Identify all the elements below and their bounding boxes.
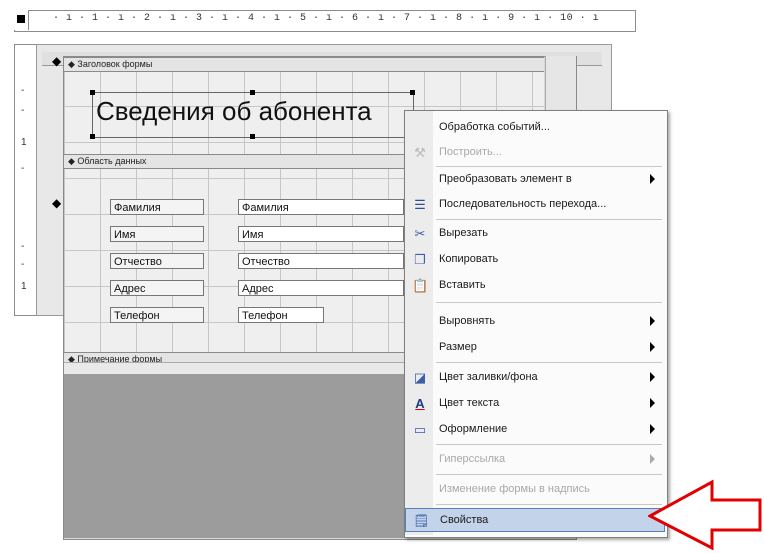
menu-item-fill-color[interactable]: ◪ Цвет заливки/фона xyxy=(405,366,665,390)
field-label-phone[interactable]: Телефон xyxy=(110,307,204,323)
section-label-header: ◆ Заголовок формы xyxy=(68,59,153,69)
resize-handle[interactable] xyxy=(250,90,255,95)
menu-item-event-builder[interactable]: Обработка событий... xyxy=(405,116,665,140)
field-label-surname[interactable]: Фамилия xyxy=(110,199,204,215)
resize-handle[interactable] xyxy=(250,134,255,139)
menu-item-tab-order[interactable]: ☰ Последовательность перехода... xyxy=(405,193,665,217)
menu-item-properties[interactable]: 🗒 Свойства xyxy=(405,508,665,532)
font-color-icon: A xyxy=(415,396,425,411)
ruler-mark: 1 xyxy=(21,137,27,148)
menu-item-hyperlink[interactable]: Гиперссылка xyxy=(405,448,665,472)
submenu-arrow-icon xyxy=(650,372,655,382)
vertical-ruler: 1 1 -- -- - xyxy=(14,44,38,316)
fill-color-icon: ◪ xyxy=(413,370,427,385)
menu-item-special-effect[interactable]: ▭ Оформление xyxy=(405,418,665,442)
section-marker-icon: ◆ xyxy=(52,196,62,210)
field-box-patronymic[interactable]: Отчество xyxy=(238,253,404,269)
menu-item-build[interactable]: ⚒ Построить... xyxy=(405,141,665,165)
field-label-patronymic[interactable]: Отчество xyxy=(110,253,204,269)
copy-icon: ❐ xyxy=(414,252,426,267)
menu-item-copy[interactable]: ❐ Копировать xyxy=(405,248,665,272)
menu-item-change-to[interactable]: Преобразовать элемент в xyxy=(405,168,665,192)
submenu-arrow-icon xyxy=(650,174,655,184)
special-effect-icon: ▭ xyxy=(413,422,427,437)
form-selector-icon[interactable] xyxy=(17,15,25,23)
submenu-arrow-icon xyxy=(650,342,655,352)
red-arrow-icon xyxy=(648,479,762,550)
scissors-icon: ✂ xyxy=(414,226,426,241)
properties-icon: 🗒 xyxy=(413,513,430,528)
submenu-arrow-icon xyxy=(650,424,655,434)
menu-item-paste[interactable]: 📋 Вставить xyxy=(405,274,665,298)
resize-handle[interactable] xyxy=(90,134,95,139)
ruler-mark: 1 xyxy=(21,281,27,292)
menu-item-cut[interactable]: ✂ Вырезать xyxy=(405,222,665,246)
horizontal-ruler: · ı · 1 · ı · 2 · ı · 3 · ı · 4 · ı · 5 … xyxy=(14,10,636,32)
field-label-name[interactable]: Имя xyxy=(110,226,204,242)
menu-item-size[interactable]: Размер xyxy=(405,336,665,360)
resize-handle[interactable] xyxy=(410,90,415,95)
field-box-phone[interactable]: Телефон xyxy=(238,307,324,323)
menu-item-form-to-label[interactable]: Изменение формы в надпись xyxy=(405,478,665,502)
submenu-arrow-icon xyxy=(650,316,655,326)
field-box-name[interactable]: Имя xyxy=(238,226,404,242)
submenu-arrow-icon xyxy=(650,398,655,408)
tab-order-icon: ☰ xyxy=(414,197,426,212)
build-icon: ⚒ xyxy=(414,145,426,160)
section-label-detail: ◆ Область данных xyxy=(68,156,147,166)
field-box-address[interactable]: Адрес xyxy=(238,280,404,296)
paste-icon: 📋 xyxy=(412,278,429,293)
field-box-surname[interactable]: Фамилия xyxy=(238,199,404,215)
menu-item-font-color[interactable]: A Цвет текста xyxy=(405,392,665,416)
menu-item-align[interactable]: Выровнять xyxy=(405,310,665,334)
section-bar-header[interactable]: ◆ Заголовок формы xyxy=(64,57,544,72)
ruler-marks: · ı · 1 · ı · 2 · ı · 3 · ı · 4 · ı · 5 … xyxy=(53,13,600,24)
section-marker-icon: ◆ xyxy=(52,54,62,68)
resize-handle[interactable] xyxy=(90,90,95,95)
form-title-label[interactable]: Сведения об абонента xyxy=(96,96,372,127)
submenu-arrow-icon xyxy=(650,454,655,464)
field-label-address[interactable]: Адрес xyxy=(110,280,204,296)
